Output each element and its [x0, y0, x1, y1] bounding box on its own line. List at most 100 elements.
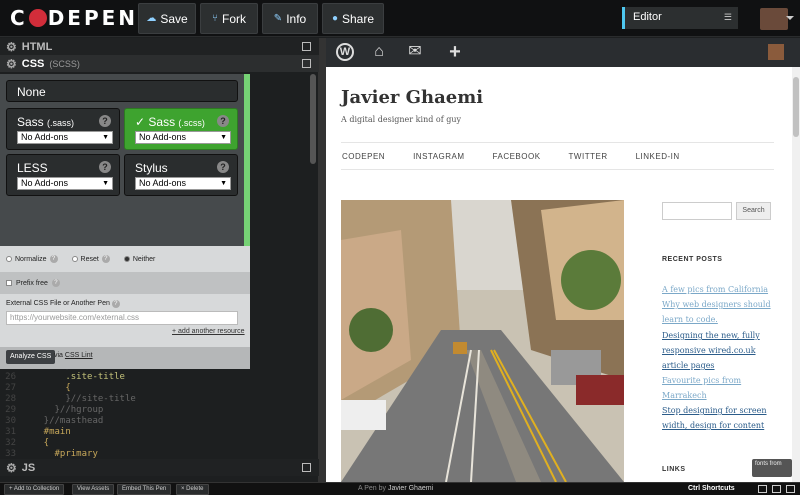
panel-accent	[244, 74, 250, 246]
add-new-icon[interactable]: +	[446, 42, 464, 62]
code-line[interactable]: 26 .site-title	[0, 372, 319, 383]
editor-pane: ⚙ HTML ⚙ CSS (SCSS) { &:before24 {25 }//…	[0, 38, 319, 482]
layout-right-icon[interactable]	[786, 485, 795, 493]
cloud-icon: ☁	[146, 13, 157, 24]
normalize-radio[interactable]: Normalize?	[6, 255, 58, 263]
links-heading: LINKS	[662, 466, 686, 473]
help-icon[interactable]: ?	[51, 279, 60, 287]
external-css-input[interactable]: https://yourwebsite.com/external.css	[6, 311, 238, 325]
delete-button[interactable]: × Delete	[176, 484, 209, 495]
preview-scrollbar[interactable]	[792, 67, 800, 482]
home-icon[interactable]: ⌂	[370, 43, 388, 61]
line-number: 26	[5, 372, 16, 382]
wordpress-icon[interactable]: W	[336, 43, 354, 61]
code-line[interactable]: 28 }//site-title	[0, 394, 319, 405]
info-button[interactable]: ✎ Info	[262, 3, 318, 34]
post-link[interactable]: Designing the new, fully responsive wire…	[662, 328, 774, 373]
gear-icon[interactable]: ⚙	[6, 40, 17, 54]
share-button[interactable]: ● Share	[322, 3, 384, 34]
line-number: 31	[5, 427, 16, 437]
add-resource-link[interactable]: + add another resource	[172, 328, 245, 335]
lint-note: via CSS Lint	[54, 352, 93, 359]
preprocessor-stylus-option[interactable]: Stylus ? No Add-ons	[124, 154, 238, 196]
preprocessor-none-button[interactable]: None	[6, 80, 238, 102]
site-description: A digital designer kind of guy	[341, 115, 461, 124]
post-link[interactable]: A few pics from California	[662, 282, 774, 297]
view-select[interactable]: Editor ☰	[622, 7, 738, 29]
css-pane-header[interactable]: ⚙ CSS (SCSS)	[0, 55, 319, 72]
neither-radio[interactable]: Neither	[123, 256, 155, 263]
analyze-css-button[interactable]: Analyze CSS	[6, 350, 56, 364]
view-assets-button[interactable]: View Assets	[72, 484, 115, 495]
help-icon[interactable]: ?	[101, 255, 110, 263]
pane-resizer[interactable]	[319, 38, 326, 482]
preprocessor-scss-option[interactable]: ✓ Sass (.scss) ? No Add-ons	[124, 108, 238, 150]
list-icon: ☰	[723, 12, 732, 22]
addon-select[interactable]: No Add-ons	[135, 177, 231, 190]
prefix-free-checkbox[interactable]	[6, 280, 12, 286]
post-link[interactable]: Favourite pics from Marrakech	[662, 373, 774, 403]
line-number: 27	[5, 383, 16, 393]
external-css-label: External CSS File or Another Pen ?	[6, 300, 120, 308]
line-number: 29	[5, 405, 16, 415]
info-icon: ✎	[273, 13, 283, 24]
fonts-badge[interactable]: fonts from	[752, 459, 792, 477]
help-icon[interactable]: ?	[99, 115, 111, 127]
menu-item-instagram[interactable]: INSTAGRAM	[413, 152, 464, 161]
help-icon[interactable]: ?	[217, 161, 229, 173]
pen-byline: A Pen by Javier Ghaemi	[358, 485, 434, 492]
code-text: .site-title	[22, 372, 125, 382]
comment-icon[interactable]: ✉	[406, 43, 424, 61]
fork-icon: ⑂	[212, 13, 218, 24]
prefix-free-row[interactable]: Prefix free ?	[0, 272, 250, 294]
featured-photo[interactable]	[341, 200, 624, 482]
search-input[interactable]	[662, 202, 732, 220]
menu-item-codepen[interactable]: CODEPEN	[342, 152, 385, 161]
code-line[interactable]: 29 }//hgroup	[0, 405, 319, 416]
author-link[interactable]: Javier Ghaemi	[388, 485, 433, 492]
code-line[interactable]: 27 {	[0, 383, 319, 394]
html-pane-header[interactable]: ⚙ HTML	[0, 38, 319, 55]
codepen-logo[interactable]: C DEPEN	[10, 6, 138, 30]
search-button[interactable]: Search	[736, 202, 771, 220]
menu-item-linkedin[interactable]: LINKED-IN	[636, 152, 680, 161]
expand-icon[interactable]	[302, 463, 311, 472]
help-icon[interactable]: ?	[99, 161, 111, 173]
embed-pen-button[interactable]: Embed This Pen	[117, 484, 172, 495]
help-icon[interactable]: ?	[49, 255, 58, 263]
menu-item-twitter[interactable]: TWITTER	[569, 152, 608, 161]
menu-item-facebook[interactable]: FACEBOOK	[493, 152, 541, 161]
preprocessor-sass-option[interactable]: Sass (.sass) ? No Add-ons	[6, 108, 120, 150]
line-number: 30	[5, 416, 16, 426]
fork-button[interactable]: ⑂ Fork	[200, 3, 258, 34]
help-icon[interactable]: ?	[217, 115, 229, 127]
preprocessor-less-option[interactable]: LESS ? No Add-ons	[6, 154, 120, 196]
save-button[interactable]: ☁ Save	[138, 3, 196, 34]
edit-icon[interactable]	[302, 59, 311, 68]
gear-icon[interactable]: ⚙	[6, 57, 17, 71]
add-to-collection-button[interactable]: + Add to Collection	[4, 484, 65, 495]
post-link[interactable]: Stop designing for screen width, design …	[662, 403, 774, 433]
js-pane-header[interactable]: ⚙ JS	[0, 459, 319, 476]
addon-select[interactable]: No Add-ons	[17, 177, 113, 190]
layout-top-icon[interactable]	[772, 485, 781, 493]
code-text: #main	[22, 427, 71, 437]
wp-avatar[interactable]	[768, 44, 784, 60]
addon-select[interactable]: No Add-ons	[17, 131, 113, 144]
layout-left-icon[interactable]	[758, 485, 767, 493]
site-title[interactable]: Javier Ghaemi	[341, 87, 483, 108]
gear-icon[interactable]: ⚙	[6, 461, 17, 475]
code-line[interactable]: 31 #main	[0, 427, 319, 438]
css-lint-link[interactable]: CSS Lint	[65, 352, 93, 359]
reset-radio[interactable]: Reset?	[71, 255, 110, 263]
top-bar: C DEPEN ☁ Save ⑂ Fork ✎ Info ● Share Editor ☰	[0, 0, 800, 37]
code-line[interactable]: 30 }//masthead	[0, 416, 319, 427]
user-avatar[interactable]	[760, 8, 794, 30]
addon-select[interactable]: No Add-ons	[135, 131, 231, 144]
editor-scrollbar[interactable]	[310, 74, 316, 164]
code-line[interactable]: 32 {	[0, 438, 319, 449]
expand-icon[interactable]	[302, 42, 311, 51]
shortcuts-link[interactable]: Ctrl Shortcuts	[688, 485, 735, 492]
help-icon[interactable]: ?	[111, 300, 120, 308]
post-link[interactable]: Why web designers should learn to code.	[662, 297, 774, 327]
